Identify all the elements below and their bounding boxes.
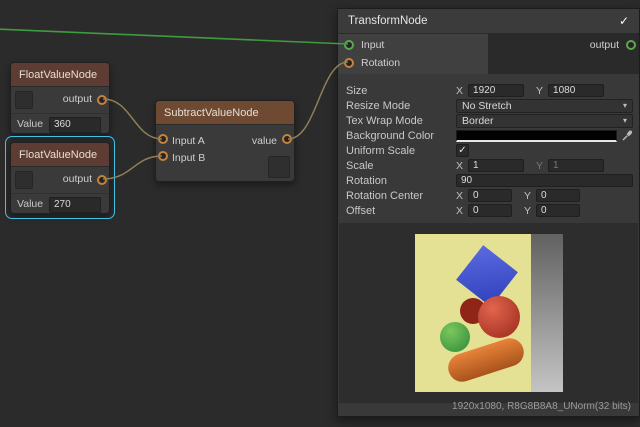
output-port-label: output: [590, 39, 619, 51]
value-label: Value: [17, 118, 43, 130]
input-b-label: Input B: [172, 152, 205, 164]
resize-mode-label: Resize Mode: [346, 100, 456, 112]
output-row: output: [11, 87, 109, 113]
offset-row: Offset X 0 Y 0: [338, 203, 639, 218]
uniform-scale-label: Uniform Scale: [346, 145, 456, 157]
input-b-port-icon[interactable]: [158, 151, 168, 161]
output-port-icon[interactable]: [626, 40, 636, 50]
tex-wrap-mode-row: Tex Wrap Mode Border ▾: [338, 113, 639, 128]
node-preview-thumb: [15, 171, 33, 189]
node-preview-thumb: [268, 156, 290, 178]
rotation-center-x-field[interactable]: 0: [468, 189, 512, 202]
scale-row: Scale X 1 Y 1: [338, 158, 639, 173]
x-axis-label: X: [456, 190, 463, 202]
x-axis-label: X: [456, 205, 463, 217]
offset-x-field[interactable]: 0: [468, 204, 512, 217]
rotation-label: Rotation: [346, 175, 456, 187]
input-a-port-icon[interactable]: [158, 134, 168, 144]
wire-input[interactable]: [0, 29, 348, 44]
node-title[interactable]: FloatValueNode: [11, 143, 109, 167]
enabled-check-icon[interactable]: ✓: [619, 14, 629, 28]
size-row: Size X 1920 Y 1080: [338, 83, 639, 98]
value-row: Value 270: [11, 193, 109, 215]
value-field[interactable]: 270: [49, 197, 101, 213]
transform-node-panel[interactable]: TransformNode ✓ Input Rotation output: [337, 8, 640, 417]
input-port-icon[interactable]: [344, 40, 354, 50]
value-row: Value 360: [11, 113, 109, 135]
tex-wrap-mode-dropdown[interactable]: Border ▾: [456, 114, 633, 128]
dropdown-value: Border: [462, 115, 494, 127]
properties-section: Size X 1920 Y 1080 Resize Mode No Stretc…: [338, 74, 639, 218]
input-ports-box: Input Rotation: [338, 34, 488, 74]
offset-label: Offset: [346, 205, 456, 217]
rotation-center-y-field[interactable]: 0: [536, 189, 580, 202]
y-axis-label: Y: [536, 160, 543, 172]
scale-label: Scale: [346, 160, 456, 172]
background-color-row: Background Color: [338, 128, 639, 143]
uniform-scale-checkbox[interactable]: ✓: [456, 144, 469, 157]
tex-wrap-mode-label: Tex Wrap Mode: [346, 115, 456, 127]
rotation-port-icon[interactable]: [344, 58, 354, 68]
eyedropper-icon[interactable]: [622, 130, 633, 141]
size-x-field[interactable]: 1920: [468, 84, 524, 97]
input-a-label: Input A: [172, 135, 205, 147]
preview-caption: 1920x1080, R8G8B8A8_UNorm(32 bits): [452, 401, 631, 412]
value-field[interactable]: 360: [49, 117, 101, 133]
x-axis-label: X: [456, 160, 463, 172]
size-y-field[interactable]: 1080: [548, 84, 604, 97]
chevron-down-icon: ▾: [623, 116, 627, 125]
node-title[interactable]: FloatValueNode: [11, 63, 109, 87]
y-axis-label: Y: [524, 205, 531, 217]
value-output-port-icon[interactable]: [282, 134, 292, 144]
node-graph-canvas[interactable]: FloatValueNode output Value 360 FloatVal…: [0, 0, 640, 427]
scale-y-field: 1: [548, 159, 604, 172]
output-row: output: [11, 167, 109, 193]
output-port-icon[interactable]: [97, 175, 107, 185]
subtract-value-node[interactable]: SubtractValueNode Input A Input B value: [155, 100, 295, 182]
panel-header[interactable]: TransformNode ✓: [338, 9, 639, 34]
background-color-label: Background Color: [346, 130, 456, 142]
rotation-center-label: Rotation Center: [346, 190, 456, 202]
float-value-node-1[interactable]: FloatValueNode output Value 360: [10, 62, 110, 134]
input-port-label: Input: [361, 39, 384, 51]
node-body: Input A Input B value: [156, 125, 294, 182]
y-axis-label: Y: [524, 190, 531, 202]
node-title[interactable]: SubtractValueNode: [156, 101, 294, 125]
uniform-scale-row: Uniform Scale ✓: [338, 143, 639, 158]
rotation-center-row: Rotation Center X 0 Y 0: [338, 188, 639, 203]
panel-title: TransformNode: [348, 15, 427, 27]
preview-image: [415, 234, 563, 392]
x-axis-label: X: [456, 85, 463, 97]
chevron-down-icon: ▾: [623, 101, 627, 110]
value-label: Value: [17, 198, 43, 210]
dropdown-value: No Stretch: [462, 100, 512, 112]
y-axis-label: Y: [536, 85, 543, 97]
output-port-label: output: [63, 93, 92, 105]
offset-y-field[interactable]: 0: [536, 204, 580, 217]
output-port-icon[interactable]: [97, 95, 107, 105]
value-output-label: value: [252, 135, 277, 147]
preview-area: [339, 223, 638, 403]
wire-float2-to-input-b[interactable]: [103, 156, 162, 179]
check-icon: ✓: [458, 146, 466, 156]
output-port-label: output: [63, 173, 92, 185]
port-strip: Input Rotation output: [338, 34, 639, 74]
rotation-field[interactable]: 90: [456, 174, 633, 187]
float-value-node-2[interactable]: FloatValueNode output Value 270: [10, 142, 110, 214]
rotation-port-label: Rotation: [361, 57, 400, 69]
resize-mode-row: Resize Mode No Stretch ▾: [338, 98, 639, 113]
color-swatch[interactable]: [456, 130, 617, 142]
node-preview-thumb: [15, 91, 33, 109]
resize-mode-dropdown[interactable]: No Stretch ▾: [456, 99, 633, 113]
wire-float1-to-input-a[interactable]: [103, 99, 162, 139]
size-label: Size: [346, 85, 456, 97]
rotation-row: Rotation 90: [338, 173, 639, 188]
scale-x-field[interactable]: 1: [468, 159, 524, 172]
